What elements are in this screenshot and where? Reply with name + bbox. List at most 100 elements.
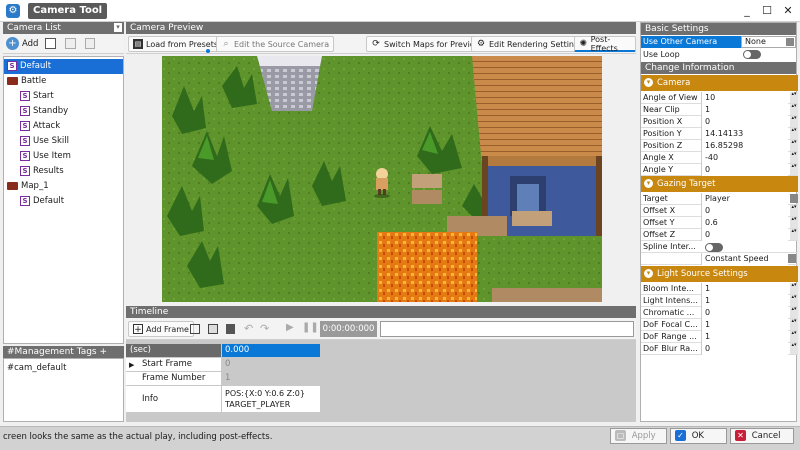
paste-frame-icon[interactable]: [208, 324, 218, 334]
timeline-scrubber[interactable]: [380, 321, 634, 337]
frame-number-label: Frame Number: [126, 372, 221, 385]
spinner-icon[interactable]: ▴▾: [790, 307, 798, 318]
spinner-icon[interactable]: ▴▾: [790, 140, 798, 151]
property-value[interactable]: 0: [701, 205, 788, 217]
edit-rendering-settings-button[interactable]: ⚙ Edit Rendering Settings: [471, 36, 589, 52]
preview-viewport[interactable]: [162, 56, 602, 302]
spinner-icon[interactable]: ▴▾: [790, 331, 798, 342]
use-loop-toggle[interactable]: [743, 50, 761, 59]
undo-icon[interactable]: ↶: [244, 322, 253, 335]
redo-icon[interactable]: ↷: [260, 322, 269, 335]
copy-frame-icon[interactable]: [190, 324, 200, 334]
dropdown-arrow-icon: [786, 38, 794, 46]
cancel-button[interactable]: ✕ Cancel: [730, 428, 794, 444]
dropdown-arrow-icon[interactable]: [788, 254, 796, 263]
spinner-icon[interactable]: ▴▾: [790, 92, 798, 103]
plus-icon: +: [6, 37, 19, 50]
trash-icon[interactable]: [85, 38, 95, 49]
minimize-button[interactable]: _: [736, 1, 758, 21]
copy-icon[interactable]: [45, 38, 56, 49]
property-row: Angle of View 10 ▴▾: [641, 92, 798, 104]
spinner-icon[interactable]: ▴▾: [790, 343, 798, 354]
change-info-header: Change Information: [641, 62, 796, 74]
dropdown-arrow-icon[interactable]: [790, 194, 798, 203]
play-icon[interactable]: ▶: [286, 322, 294, 333]
spinner-icon[interactable]: ▴▾: [790, 283, 798, 294]
expand-arrow-icon[interactable]: ▶: [129, 361, 134, 369]
maximize-button[interactable]: ☐: [756, 1, 778, 21]
property-value[interactable]: 10: [701, 92, 788, 104]
spinner-icon[interactable]: ▴▾: [790, 319, 798, 330]
property-value[interactable]: 1: [701, 104, 788, 116]
pause-icon[interactable]: ❚❚: [302, 322, 319, 333]
spinner-icon[interactable]: ▴▾: [790, 164, 798, 175]
unit-value-cell[interactable]: 0.000: [222, 344, 320, 357]
spinner-icon[interactable]: ▴▾: [790, 128, 798, 139]
info-label: Info: [126, 386, 221, 412]
property-value[interactable]: 1: [701, 331, 788, 343]
tree-item[interactable]: S Start: [4, 89, 123, 104]
paste-icon[interactable]: [65, 38, 76, 49]
tags-textarea[interactable]: #cam_default: [3, 358, 124, 422]
property-value[interactable]: 0: [701, 116, 788, 128]
frame-number-value[interactable]: 1: [222, 372, 320, 385]
property-label: Chromatic ...: [643, 308, 695, 317]
property-label: Near Clip: [643, 105, 680, 114]
spinner-icon[interactable]: ▴▾: [790, 152, 798, 163]
property-value[interactable]: 0: [701, 343, 788, 355]
property-value[interactable]: 1: [701, 295, 788, 307]
property-value[interactable]: 0: [701, 164, 788, 176]
camera-list-toolbar: + Add: [3, 34, 124, 54]
spinner-icon[interactable]: ▴▾: [790, 205, 798, 216]
spinner-icon[interactable]: ▴▾: [790, 104, 798, 115]
apply-button[interactable]: ▢ Apply: [610, 428, 667, 444]
add-frame-button[interactable]: + Add Frame: [128, 321, 194, 337]
delete-frame-icon[interactable]: [226, 324, 235, 334]
camera-list-title: Camera List: [7, 23, 61, 33]
post-effects-button[interactable]: ✺ Post-Effects: [574, 35, 636, 53]
speed-select[interactable]: Constant Speed: [701, 253, 788, 265]
group-gazing-target[interactable]: ▾ Gazing Target: [641, 176, 798, 192]
property-row: Chromatic ... 0 ▴▾: [641, 307, 798, 319]
camera-preview-panel: Camera Preview ▤ Load from Presets ⌕ Edi…: [126, 22, 636, 304]
tree-item[interactable]: S Default: [4, 59, 123, 74]
property-row: Position Z 16.85298 ▴▾: [641, 140, 798, 152]
spinner-icon[interactable]: ▴▾: [790, 217, 798, 228]
property-value[interactable]: 1: [701, 283, 788, 295]
spinner-icon[interactable]: ▴▾: [790, 229, 798, 240]
property-value[interactable]: 1: [701, 319, 788, 331]
use-other-camera-select[interactable]: None: [741, 36, 796, 48]
property-value[interactable]: 0: [701, 229, 788, 241]
tree-item[interactable]: S Results: [4, 164, 123, 179]
start-frame-value[interactable]: 0: [222, 358, 320, 371]
group-camera[interactable]: ▾ Camera: [641, 75, 798, 91]
tree-item[interactable]: S Default: [4, 194, 123, 209]
switch-maps-button[interactable]: ⟳ Switch Maps for Preview: [366, 36, 487, 52]
tree-item[interactable]: Battle: [4, 74, 123, 89]
chevron-down-icon: ▾: [644, 179, 653, 188]
property-value[interactable]: 16.85298: [701, 140, 788, 152]
property-value[interactable]: 0: [701, 307, 788, 319]
tree-item-label: Attack: [33, 121, 61, 131]
ok-button[interactable]: ✓ OK: [670, 428, 727, 444]
tree-item[interactable]: S Use Item: [4, 149, 123, 164]
panel-menu-icon[interactable]: ▾: [114, 23, 122, 32]
group-title: Gazing Target: [657, 179, 716, 189]
property-value[interactable]: 14.14133: [701, 128, 788, 140]
tree-item[interactable]: S Standby: [4, 104, 123, 119]
group-light-source[interactable]: ▾ Light Source Settings: [641, 266, 798, 282]
tree-item[interactable]: Map_1: [4, 179, 123, 194]
tree-item[interactable]: S Attack: [4, 119, 123, 134]
property-value[interactable]: -40: [701, 152, 788, 164]
info-line-2: TARGET_PLAYER: [225, 400, 291, 409]
gear-icon: ⚙: [476, 39, 486, 49]
spinner-icon[interactable]: ▴▾: [790, 295, 798, 306]
property-value[interactable]: Player: [701, 193, 788, 205]
add-camera-button[interactable]: + Add: [6, 37, 38, 50]
edit-source-camera-button[interactable]: ⌕ Edit the Source Camera: [216, 36, 335, 52]
spline-toggle[interactable]: [705, 243, 723, 252]
tree-item[interactable]: S Use Skill: [4, 134, 123, 149]
spinner-icon[interactable]: ▴▾: [790, 116, 798, 127]
close-button[interactable]: ✕: [777, 1, 799, 21]
property-value[interactable]: 0.6: [701, 217, 788, 229]
